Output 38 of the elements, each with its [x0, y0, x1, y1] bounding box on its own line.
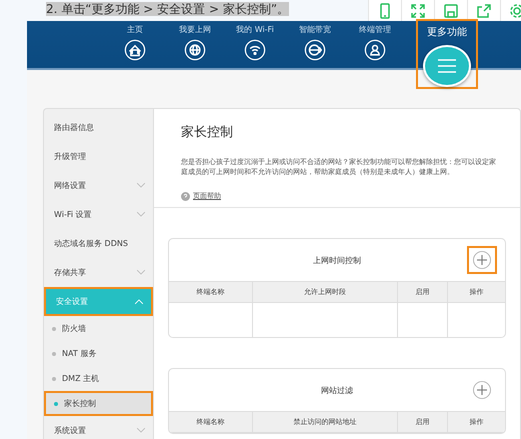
- sidebar-item[interactable]: 防火墙: [44, 316, 153, 341]
- sidebar-item[interactable]: 家长控制: [44, 391, 153, 416]
- card-title: 网站过滤: [321, 384, 353, 396]
- nav-item[interactable]: 我的 Wi-Fi: [225, 21, 285, 68]
- sidebar-item[interactable]: 路由器信息: [44, 113, 153, 142]
- globe-icon: [184, 39, 206, 61]
- sidebar-item[interactable]: DMZ 主机: [44, 366, 153, 391]
- card-title: 上网时间控制: [313, 254, 361, 266]
- sidebar-item[interactable]: 网络设置: [44, 171, 153, 200]
- home-icon: [124, 39, 146, 61]
- nav-item[interactable]: 主页: [105, 21, 165, 68]
- sidebar-item[interactable]: 升级管理: [44, 142, 153, 171]
- chevron-icon: [137, 270, 145, 275]
- sidebar-item[interactable]: 系统设置: [44, 416, 153, 439]
- sidebar-item[interactable]: 存储共享: [44, 258, 153, 287]
- settings-icon: [509, 2, 521, 18]
- sidebar-item[interactable]: 动态域名服务 DDNS: [44, 229, 153, 258]
- nav-item[interactable]: 我要上网: [165, 21, 225, 68]
- page-title: 家长控制: [181, 124, 234, 141]
- help-icon: [181, 192, 190, 200]
- sidebar-item[interactable]: Wi-Fi 设置: [44, 200, 153, 229]
- save-icon: [443, 2, 459, 18]
- plus-icon: [473, 251, 491, 269]
- nav-item[interactable]: 智能带宽: [285, 21, 345, 68]
- wifi-icon: [244, 39, 266, 61]
- nav-item[interactable]: 终端管理: [345, 21, 405, 68]
- step-caption: 2. 单击“更多功能 > 安全设置 > 家长控制”。: [46, 2, 290, 16]
- add-button[interactable]: [467, 246, 497, 274]
- chevron-icon: [137, 428, 145, 433]
- menu-icon: [438, 59, 456, 73]
- chevron-icon: [135, 299, 143, 304]
- sidebar-item[interactable]: NAT 服务: [44, 341, 153, 366]
- chevron-icon: [137, 183, 145, 188]
- chevron-icon: [137, 212, 145, 217]
- share-icon: [476, 2, 492, 18]
- expand-icon: [410, 2, 426, 18]
- plus-icon: [473, 381, 491, 399]
- user-icon: [364, 39, 386, 61]
